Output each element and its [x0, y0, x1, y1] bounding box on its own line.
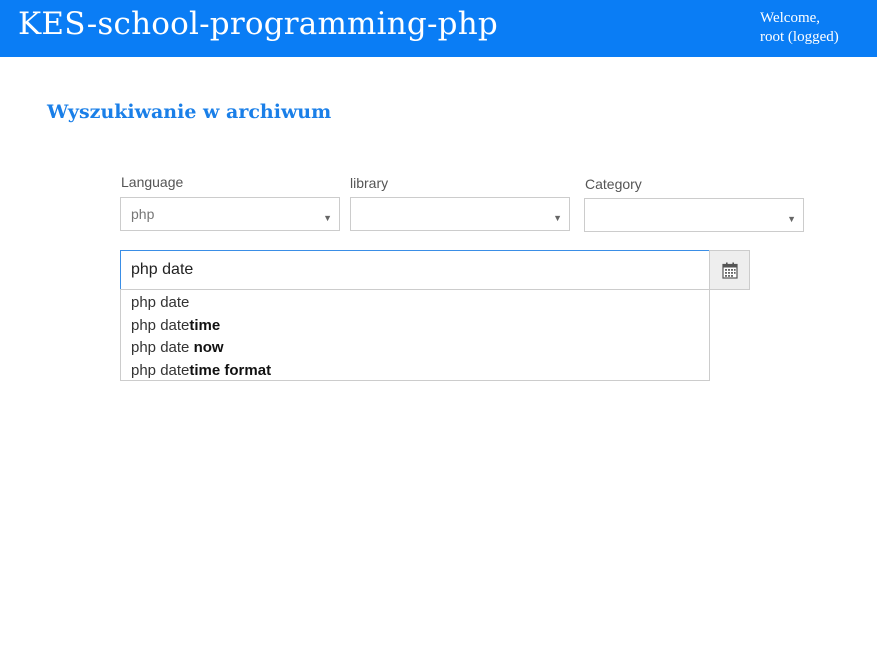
autocomplete-item[interactable]: php datetime format — [121, 360, 709, 383]
category-label: Category — [585, 176, 642, 192]
top-bar: KES-school-programming-php Welcome, root… — [0, 0, 877, 57]
page-title: Wyszukiwanie w archiwum — [47, 101, 332, 123]
suggestion-prefix: php date — [131, 339, 194, 357]
suggestion-completion: now — [193, 339, 224, 357]
suggestion-completion: time — [189, 316, 221, 334]
autocomplete-item[interactable]: php date — [121, 292, 709, 315]
language-select-value: php — [131, 206, 155, 222]
caret-down-icon: ▼ — [553, 213, 562, 223]
autocomplete-item[interactable]: php date now — [121, 337, 709, 360]
category-select[interactable]: ▼ — [584, 198, 804, 232]
caret-down-icon: ▼ — [787, 214, 796, 224]
language-select[interactable]: php ▼ — [120, 197, 340, 231]
calendar-icon — [721, 262, 738, 279]
search-input[interactable] — [120, 250, 710, 290]
suggestion-prefix: php date — [131, 316, 190, 334]
autocomplete-list: php date php datetime php date now php d… — [120, 289, 710, 381]
app-title: KES-school-programming-php — [18, 6, 498, 42]
language-label: Language — [121, 174, 184, 190]
library-label: library — [350, 175, 389, 191]
library-select[interactable]: ▼ — [350, 197, 570, 231]
suggestion-prefix: php date — [131, 294, 190, 311]
suggestion-completion: time format — [189, 361, 272, 379]
suggestion-prefix: php date — [131, 361, 190, 379]
welcome-greeting: Welcome, — [760, 10, 821, 26]
calendar-button[interactable] — [709, 250, 750, 290]
autocomplete-item[interactable]: php datetime — [121, 315, 709, 338]
caret-down-icon: ▼ — [323, 213, 332, 223]
welcome-user: root (logged) — [760, 29, 839, 45]
user-welcome: Welcome, root (logged) — [760, 9, 872, 47]
